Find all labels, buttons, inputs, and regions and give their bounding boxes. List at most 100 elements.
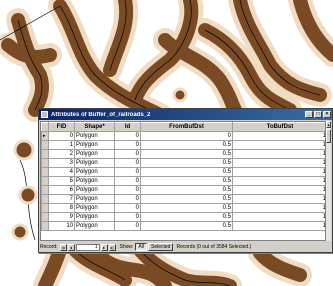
cell-shape[interactable]: Polygon [74, 203, 115, 213]
cell-shape[interactable]: Polygon [74, 149, 115, 159]
cell-id[interactable]: 0 [114, 221, 141, 231]
table-row[interactable]: 4 Polygon 0 0.5 1 [41, 167, 326, 177]
show-all-button[interactable]: All [135, 243, 147, 251]
cell-fid[interactable]: 0 [48, 131, 75, 141]
scroll-up-icon[interactable]: ▴ [326, 121, 331, 128]
attribute-grid: FID Shape* Id FromBufDst ToBufDst ▸ 0 Po… [40, 121, 327, 241]
cell-shape[interactable]: Polygon [74, 221, 115, 231]
cell-fid[interactable]: 2 [48, 149, 75, 159]
cell-shape[interactable]: Polygon [74, 176, 115, 186]
cell-shape[interactable]: Polygon [74, 131, 115, 141]
cell-shape[interactable]: Polygon [74, 140, 115, 150]
cell-frombufdst[interactable]: 0 [140, 131, 233, 141]
cell-id[interactable]: 0 [114, 158, 141, 168]
row-selector[interactable] [41, 194, 49, 204]
column-header-frombufdst[interactable]: FromBufDst [140, 122, 233, 132]
minimize-button[interactable]: _ [305, 111, 313, 118]
cell-id[interactable]: 0 [114, 203, 141, 213]
cell-id[interactable]: 0 [114, 149, 141, 159]
cell-id[interactable]: 0 [114, 212, 141, 222]
row-selector[interactable] [41, 203, 49, 213]
row-selector-header[interactable] [41, 122, 49, 132]
cell-id[interactable]: 0 [114, 194, 141, 204]
cell-fid[interactable]: 1 [48, 140, 75, 150]
cell-frombufdst[interactable]: 0.5 [140, 140, 233, 150]
cell-id[interactable]: 0 [114, 167, 141, 177]
cell-tobufdst[interactable]: 1 [232, 149, 326, 159]
table-row[interactable]: 3 Polygon 0 0.5 1 [41, 158, 326, 168]
table-row[interactable]: 1 Polygon 0 0.5 1 [41, 140, 326, 150]
previous-record-button[interactable]: ◂ [67, 243, 75, 251]
cell-frombufdst[interactable]: 0.5 [140, 158, 233, 168]
cell-fid[interactable]: 4 [48, 167, 75, 177]
first-record-button[interactable]: |◂ [59, 243, 67, 251]
row-selector[interactable] [41, 176, 49, 186]
last-record-button[interactable]: ▸| [108, 243, 116, 251]
cell-fid[interactable]: 8 [48, 203, 75, 213]
row-selector[interactable] [41, 158, 49, 168]
cell-frombufdst[interactable]: 0.5 [140, 221, 233, 231]
status-bar: Record: |◂ ◂ 1 ▸ ▸| Show: All Selected R… [40, 242, 251, 252]
cell-frombufdst[interactable]: 0.5 [140, 167, 233, 177]
title-bar[interactable]: Attributes of Buffer_of_railroads_2 _ □ … [39, 109, 332, 120]
next-record-button[interactable]: ▸ [100, 243, 108, 251]
table-row[interactable]: 7 Polygon 0 0.5 1 [41, 194, 326, 204]
cell-frombufdst[interactable]: 0.5 [140, 194, 233, 204]
close-button[interactable]: × [323, 111, 331, 118]
cell-tobufdst[interactable]: 1 [232, 140, 326, 150]
record-number-input[interactable]: 1 [75, 243, 100, 251]
cell-fid[interactable]: 9 [48, 212, 75, 222]
cell-frombufdst[interactable]: 0.5 [140, 203, 233, 213]
cell-fid[interactable]: 6 [48, 185, 75, 195]
cell-shape[interactable]: Polygon [74, 212, 115, 222]
row-selector[interactable] [41, 221, 49, 231]
cell-shape[interactable]: Polygon [74, 167, 115, 177]
column-header-fid[interactable]: FID [48, 122, 75, 132]
row-selector[interactable] [41, 167, 49, 177]
cell-fid[interactable]: 10 [48, 221, 75, 231]
column-header-id[interactable]: Id [114, 122, 141, 132]
cell-id[interactable]: 0 [114, 176, 141, 186]
column-header-shape[interactable]: Shape* [74, 122, 115, 132]
cell-fid[interactable]: 5 [48, 176, 75, 186]
table-row[interactable]: 5 Polygon 0 0.5 1 [41, 176, 326, 186]
cell-frombufdst[interactable]: 0.5 [140, 176, 233, 186]
cell-tobufdst[interactable]: 1 [232, 221, 326, 231]
cell-id[interactable]: 0 [114, 185, 141, 195]
cell-tobufdst[interactable]: 1 [232, 212, 326, 222]
header-row: FID Shape* Id FromBufDst ToBufDst [41, 122, 326, 132]
table-row[interactable]: 9 Polygon 0 0.5 1 [41, 212, 326, 222]
show-selected-button[interactable]: Selected [147, 243, 174, 251]
cell-fid[interactable]: 7 [48, 194, 75, 204]
cell-id[interactable]: 0 [114, 140, 141, 150]
cell-shape[interactable]: Polygon [74, 185, 115, 195]
cell-tobufdst[interactable]: 1 [232, 131, 326, 141]
row-selector[interactable] [41, 149, 49, 159]
maximize-button[interactable]: □ [314, 111, 322, 118]
column-header-tobufdst[interactable]: ToBufDst [232, 122, 326, 132]
table-row[interactable]: ▸ 0 Polygon 0 0 1 [41, 131, 326, 141]
table-row[interactable]: 8 Polygon 0 0.5 1 [41, 203, 326, 213]
row-selector[interactable]: ▸ [41, 131, 49, 141]
table-row[interactable]: 10 Polygon 0 0.5 1 [41, 221, 326, 231]
row-selector[interactable] [41, 212, 49, 222]
cell-tobufdst[interactable]: 1 [232, 158, 326, 168]
table-row[interactable]: 2 Polygon 0 0.5 1 [41, 149, 326, 159]
cell-tobufdst[interactable]: 1 [232, 194, 326, 204]
cell-shape[interactable]: Polygon [74, 158, 115, 168]
vertical-scrollbar[interactable]: ▴ [325, 121, 331, 241]
cell-frombufdst[interactable]: 0.5 [140, 212, 233, 222]
cell-id[interactable]: 0 [114, 131, 141, 141]
cell-tobufdst[interactable]: 1 [232, 203, 326, 213]
cell-fid[interactable]: 3 [48, 158, 75, 168]
cell-frombufdst[interactable]: 0.5 [140, 185, 233, 195]
cell-shape[interactable]: Polygon [74, 194, 115, 204]
table-row[interactable]: 6 Polygon 0 0.5 1 [41, 185, 326, 195]
row-selector[interactable] [41, 140, 49, 150]
cell-frombufdst[interactable]: 0.5 [140, 149, 233, 159]
scroll-thumb[interactable] [326, 129, 331, 143]
cell-tobufdst[interactable]: 1 [232, 185, 326, 195]
cell-tobufdst[interactable]: 1 [232, 176, 326, 186]
row-selector[interactable] [41, 185, 49, 195]
cell-tobufdst[interactable]: 1 [232, 167, 326, 177]
